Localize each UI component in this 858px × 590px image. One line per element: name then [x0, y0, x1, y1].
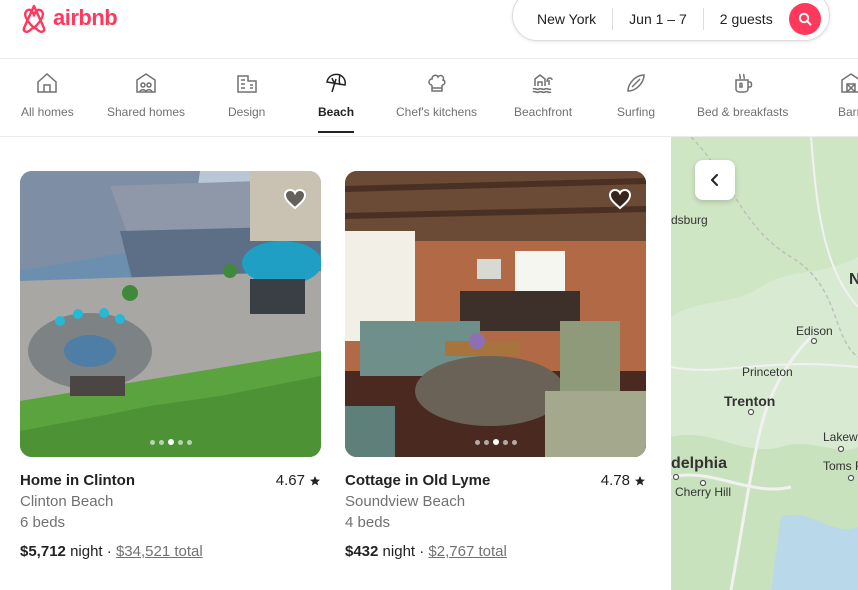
rating-value: 4.78	[600, 472, 630, 489]
category-label: Design	[228, 105, 266, 119]
umbrella-icon	[326, 73, 347, 93]
map-label: Princeton	[742, 365, 793, 379]
breakfast-icon	[734, 73, 752, 93]
price-separator: ·	[106, 543, 112, 560]
search-bar[interactable]: New York Jun 1 – 7 2 guests	[512, 0, 830, 41]
map-label: Trenton	[724, 393, 776, 409]
category-beachfront[interactable]: Beachfront	[514, 71, 572, 119]
photo-carousel-dots	[474, 439, 517, 445]
living-room-photo	[345, 171, 646, 457]
carousel-dot-active	[492, 439, 499, 445]
map-label: Cherry Hill	[675, 485, 732, 499]
search-location[interactable]: New York	[513, 7, 614, 30]
category-barn[interactable]: Barn	[838, 71, 858, 119]
heart-icon[interactable]	[608, 187, 632, 211]
price-amount: $5,712	[20, 543, 66, 560]
listing-rating: 4.78	[601, 470, 646, 491]
barn-icon	[840, 73, 858, 93]
search-dates[interactable]: Jun 1 – 7	[613, 7, 704, 30]
price-unit: night	[382, 543, 416, 560]
category-label: Chef's kitchens	[396, 105, 477, 119]
beachfront-icon	[532, 74, 553, 94]
map-panel[interactable]: dsburg N Edison Princeton Trenton Lakew …	[671, 137, 858, 590]
listing-beds: 6 beds	[20, 514, 66, 531]
category-bed-breakfasts[interactable]: Bed & breakfasts	[697, 71, 788, 119]
map-label: Lakew	[823, 430, 858, 444]
category-design[interactable]: Design	[228, 71, 265, 119]
map-label: N	[849, 271, 858, 288]
category-label: Barn	[838, 105, 858, 119]
price-total-link[interactable]: $34,521 total	[116, 543, 203, 560]
category-surfing[interactable]: Surfing	[617, 71, 655, 119]
airbnb-logo[interactable]: airbnb	[19, 2, 118, 34]
carousel-dot	[502, 439, 508, 445]
carousel-dot	[186, 439, 192, 445]
carousel-dot	[177, 439, 183, 445]
design-icon	[236, 75, 257, 93]
category-label: Shared homes	[107, 105, 186, 119]
heart-icon[interactable]	[283, 187, 307, 211]
carousel-dot	[483, 439, 489, 445]
price-total-link[interactable]: $2,767 total	[428, 543, 506, 560]
category-chefs-kitchens[interactable]: Chef's kitchens	[396, 71, 477, 119]
listing-location: Soundview Beach	[345, 493, 466, 510]
star-icon	[635, 475, 645, 485]
category-label: All homes	[21, 105, 74, 119]
map-label: delphia	[671, 455, 728, 472]
star-icon	[310, 475, 320, 485]
price-separator: ·	[419, 543, 425, 560]
map-background	[671, 137, 858, 590]
category-bar: All homes Shared homes Design Beach Chef…	[0, 59, 858, 137]
house-icon	[37, 72, 58, 93]
price-amount: $432	[345, 543, 379, 560]
listing-rating: 4.67	[276, 470, 321, 491]
carousel-dot	[511, 439, 517, 445]
carousel-dot	[474, 439, 480, 445]
listing-card[interactable]: Home in Clinton 4.67 Clinton Beach 6 bed…	[20, 171, 321, 562]
map-label: Edison	[796, 324, 833, 338]
listing-photo-living-room[interactable]	[345, 171, 646, 457]
search-icon	[798, 12, 812, 26]
listing-price: $5,712 night · $34,521 total	[20, 541, 321, 562]
carousel-dot	[158, 439, 164, 445]
listing-photo-patio[interactable]	[20, 171, 321, 457]
category-label: Beachfront	[514, 105, 573, 119]
top-header: airbnb New York Jun 1 – 7 2 guests	[0, 0, 858, 59]
map-collapse-button[interactable]	[695, 160, 735, 200]
listing-card[interactable]: Cottage in Old Lyme 4.78 Soundview Beach…	[345, 171, 646, 562]
airbnb-logo-icon	[22, 4, 46, 33]
category-label: Surfing	[617, 105, 656, 119]
map-label: dsburg	[671, 213, 708, 227]
category-label: Bed & breakfasts	[697, 105, 789, 119]
listing-beds: 4 beds	[345, 514, 391, 531]
search-button[interactable]	[789, 3, 821, 35]
category-beach[interactable]: Beach	[318, 71, 355, 133]
chef-hat-icon	[427, 74, 446, 92]
chevron-left-icon	[711, 174, 718, 186]
price-unit: night	[70, 543, 103, 560]
category-label: Beach	[318, 105, 355, 119]
surfboard-icon	[627, 74, 645, 92]
category-shared-homes[interactable]: Shared homes	[107, 71, 185, 119]
rating-value: 4.67	[275, 472, 305, 489]
map-label: Toms R	[823, 459, 858, 473]
shared-homes-icon	[136, 73, 156, 93]
category-all-homes[interactable]: All homes	[21, 71, 74, 119]
photo-carousel-dots	[149, 439, 192, 445]
patio-photo	[20, 171, 321, 457]
brand-name: airbnb	[53, 5, 118, 30]
carousel-dot-active	[167, 439, 174, 445]
search-guests[interactable]: 2 guests	[704, 8, 789, 30]
carousel-dot	[149, 439, 155, 445]
listing-price: $432 night · $2,767 total	[345, 541, 646, 562]
listing-location: Clinton Beach	[20, 493, 114, 510]
